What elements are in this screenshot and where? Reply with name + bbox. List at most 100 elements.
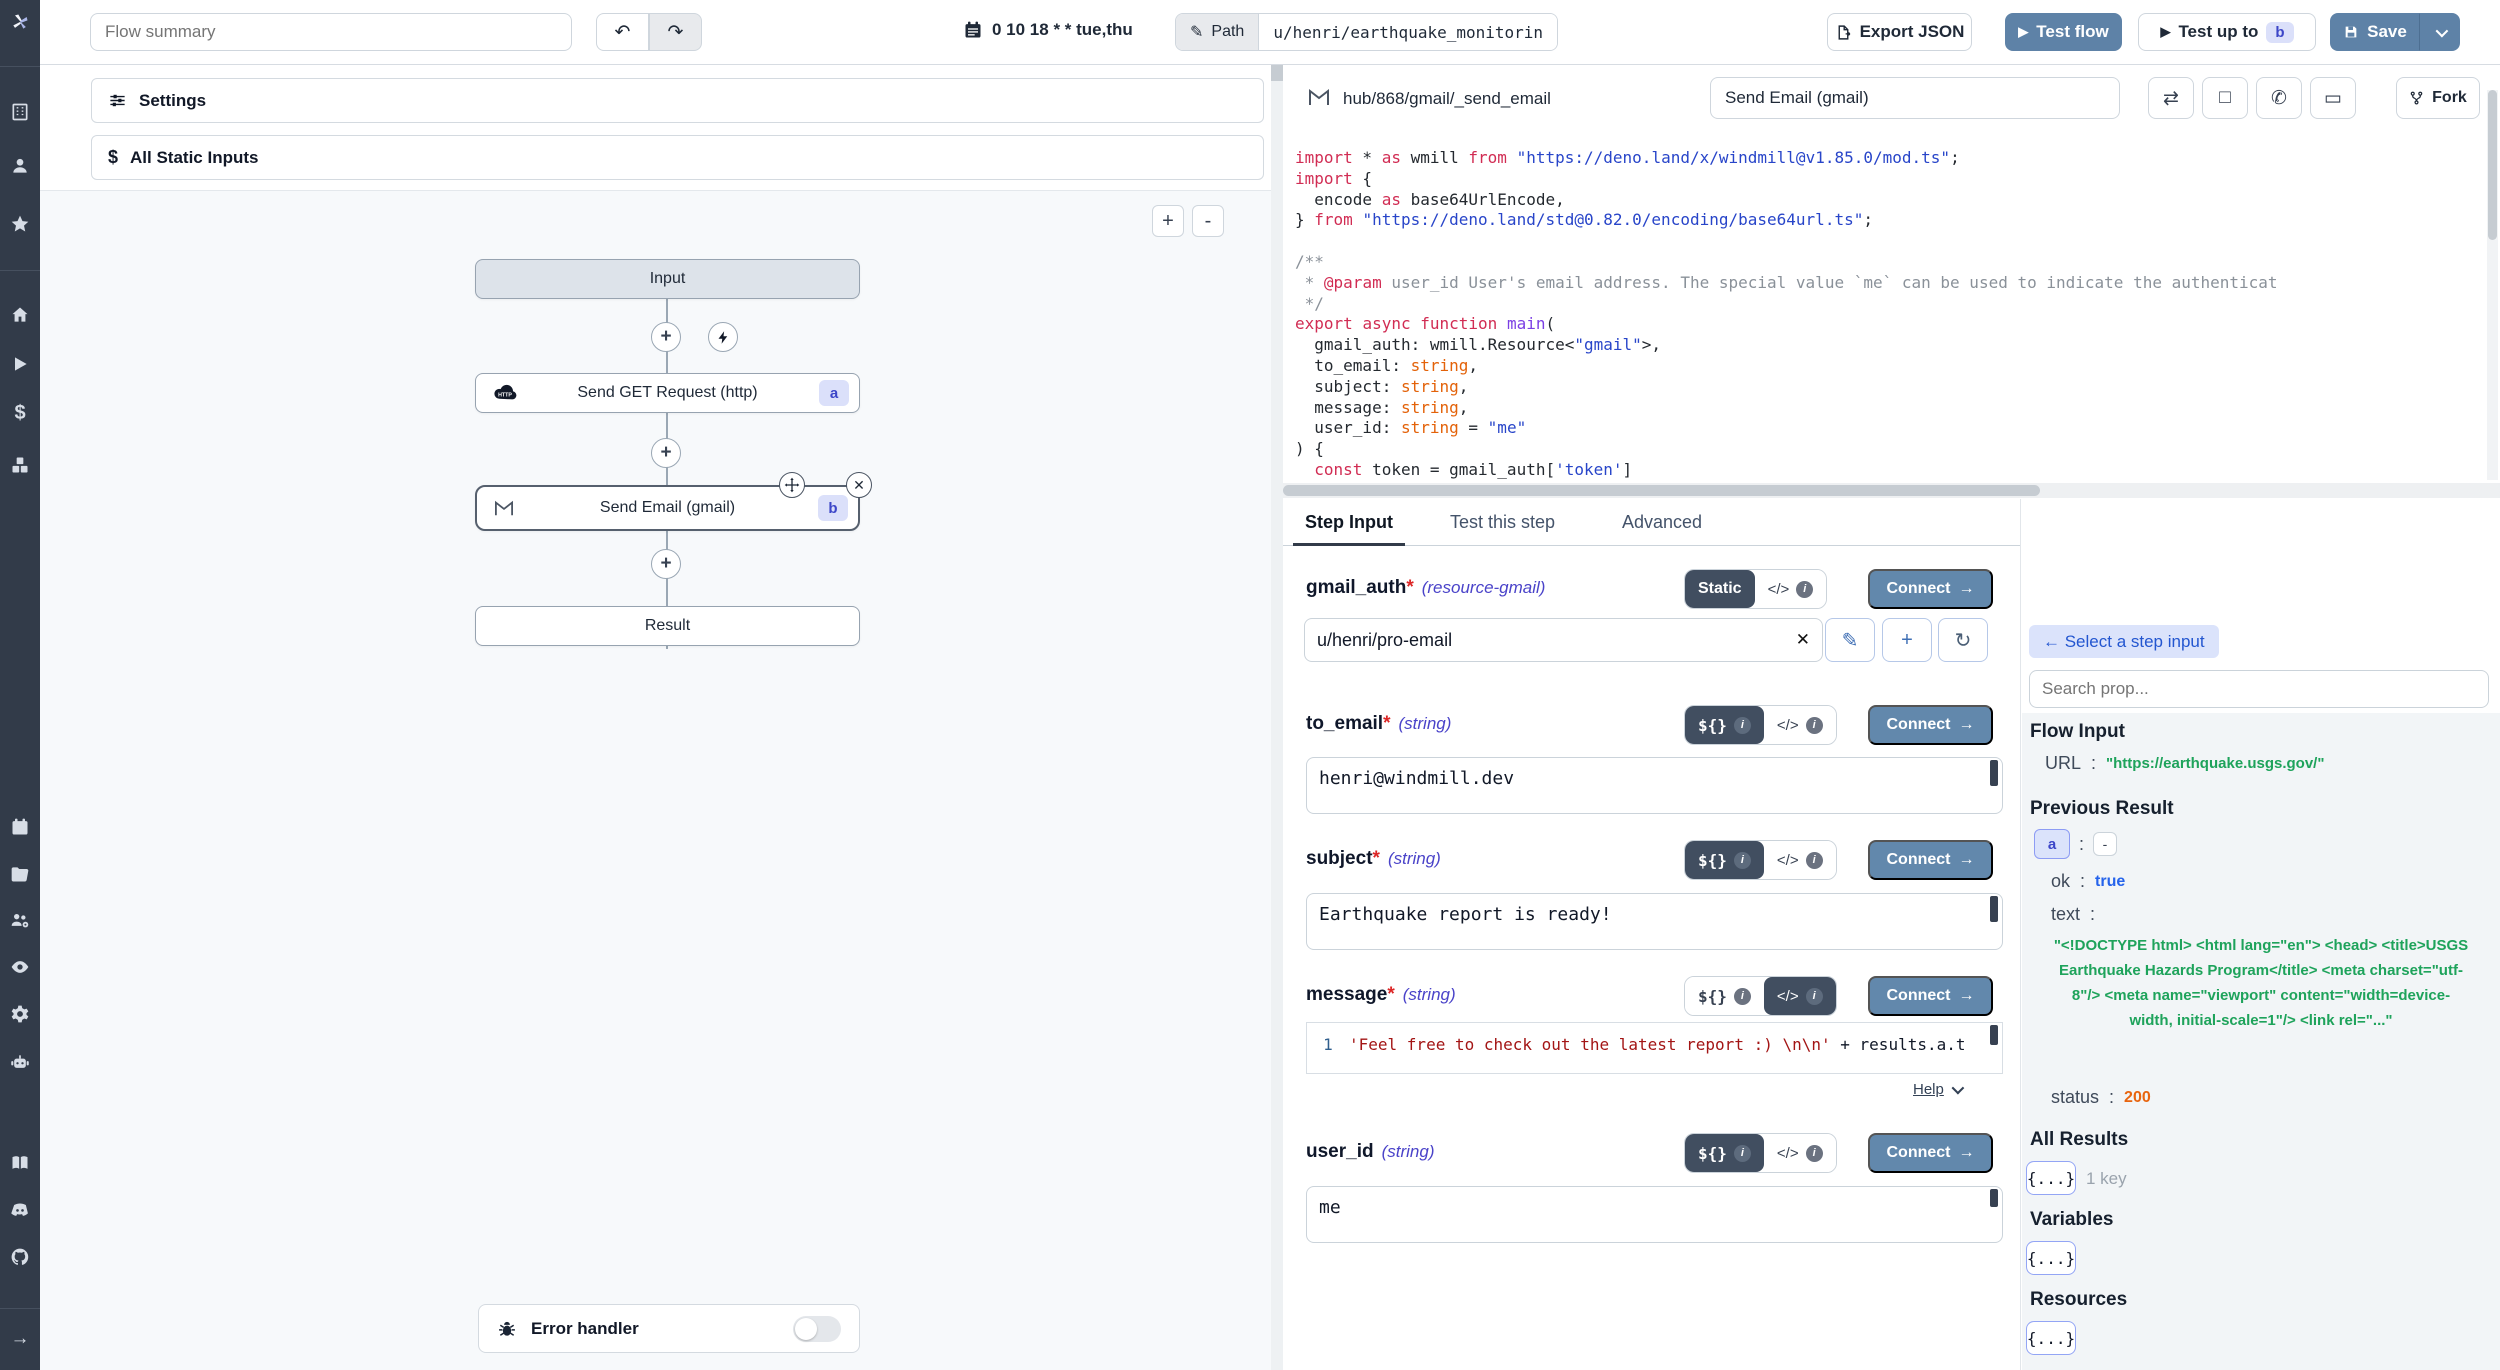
test-flow-button[interactable]: ▶ Test flow (2005, 13, 2122, 51)
mode-javascript[interactable]: </>i (1764, 977, 1836, 1015)
prop-text-row[interactable]: text : (2051, 904, 2095, 925)
workspace-icon[interactable] (9, 101, 31, 123)
code-editor[interactable]: import * as wmill from "https://deno.lan… (1295, 148, 2485, 483)
path-value[interactable]: u/henri/earthquake_monitorin (1259, 14, 1557, 50)
settings-gear-icon[interactable] (9, 1003, 31, 1025)
input-scrollbar-thumb[interactable] (1990, 1189, 1998, 1207)
mode-javascript[interactable]: </>i (1764, 1134, 1836, 1172)
flow-settings-button[interactable]: Settings (91, 78, 1264, 123)
refresh-resources-button[interactable]: ↻ (1938, 618, 1988, 662)
flow-summary-input[interactable] (90, 13, 572, 51)
connect-button-message[interactable]: Connect→ (1868, 976, 1993, 1016)
prop-ok-row[interactable]: ok : true (2051, 871, 2125, 892)
edit-path-button[interactable]: ✎ Path (1176, 14, 1259, 50)
resources-cubes-icon[interactable] (9, 454, 31, 476)
flow-canvas[interactable]: + - Input + HTTP Send GET Request (http)… (40, 190, 1271, 1370)
input-scrollbar-thumb[interactable] (1990, 760, 1998, 786)
mode-javascript[interactable]: </>i (1755, 570, 1827, 608)
step-a-badge[interactable]: a (2034, 829, 2070, 859)
export-json-button[interactable]: Export JSON (1827, 13, 1972, 51)
prop-text-value[interactable]: "<!DOCTYPE html> <html lang="en"> <head>… (2051, 933, 2471, 1033)
zoom-in-button[interactable]: + (1152, 205, 1184, 237)
diff-flag-button[interactable]: ▭ (2310, 77, 2356, 119)
folders-icon[interactable] (9, 863, 31, 885)
mode-javascript[interactable]: </>i (1764, 841, 1836, 879)
favorites-star-icon[interactable] (9, 213, 31, 235)
zoom-out-button[interactable]: - (1192, 205, 1224, 237)
resources-expand-button[interactable]: {...} (2026, 1321, 2076, 1355)
subject-input[interactable] (1306, 893, 2003, 950)
to-email-input[interactable] (1306, 757, 2003, 814)
connect-button-subject[interactable]: Connect→ (1868, 840, 1993, 880)
connect-button-to-email[interactable]: Connect→ (1868, 705, 1993, 745)
move-step-icon[interactable] (779, 472, 805, 498)
flow-node-result[interactable]: Result (475, 606, 860, 646)
add-step-button[interactable]: + (651, 438, 681, 468)
prev-result-step-row[interactable]: a : - (2034, 829, 2117, 859)
prop-status-row[interactable]: status : 200 (2051, 1087, 2151, 1108)
save-button[interactable]: Save (2330, 13, 2420, 51)
trigger-bolt-icon[interactable] (708, 322, 738, 352)
code-vertical-scrollbar[interactable] (2487, 90, 2498, 480)
mode-template[interactable]: ${}i (1685, 841, 1764, 879)
edit-resource-button[interactable]: ✎ (1825, 618, 1875, 662)
resource-picker-gmail-auth[interactable]: u/henri/pro-email ✕ (1304, 618, 1823, 662)
save-menu-button[interactable] (2420, 13, 2460, 51)
flow-node-get-request[interactable]: HTTP Send GET Request (http) a (475, 373, 860, 413)
connect-button-gmail-auth[interactable]: Connect→ (1868, 569, 1993, 609)
mode-static[interactable]: Static (1685, 570, 1755, 608)
tab-step-input[interactable]: Step Input (1293, 512, 1405, 546)
audit-eye-icon[interactable] (9, 956, 31, 978)
fork-button[interactable]: Fork (2396, 77, 2480, 119)
tab-advanced[interactable]: Advanced (1622, 512, 1702, 546)
docs-book-icon[interactable] (9, 1152, 31, 1174)
step-name-input[interactable] (1710, 77, 2120, 119)
variables-dollar-icon[interactable]: $ (9, 402, 31, 424)
user-icon[interactable] (9, 155, 31, 177)
mode-javascript[interactable]: </>i (1764, 706, 1836, 744)
mode-template[interactable]: ${}i (1685, 706, 1764, 744)
undo-button[interactable]: ↶ (596, 13, 649, 51)
schedule-summary[interactable]: 0 10 18 * * tue,thu (963, 20, 1133, 40)
mode-template[interactable]: ${}i (1685, 1134, 1764, 1172)
connect-button-user-id[interactable]: Connect→ (1868, 1133, 1993, 1173)
flow-node-input[interactable]: Input (475, 259, 860, 299)
all-results-expand-button[interactable]: {...} (2026, 1161, 2076, 1195)
error-handler-toggle[interactable] (793, 1316, 841, 1342)
all-static-inputs-button[interactable]: $ All Static Inputs (91, 135, 1264, 180)
message-expression-editor[interactable]: 1 'Feel free to check out the latest rep… (1306, 1022, 2003, 1074)
windmill-logo-icon[interactable] (9, 11, 31, 33)
search-prop-input[interactable] (2029, 670, 2489, 708)
groups-icon[interactable] (9, 909, 31, 931)
editor-scrollbar-thumb[interactable] (1990, 1025, 1998, 1045)
webhook-phone-button[interactable]: ✆ (2256, 77, 2302, 119)
redo-button[interactable]: ↷ (649, 13, 702, 51)
home-icon[interactable] (9, 304, 31, 326)
schedules-calendar-icon[interactable] (9, 816, 31, 838)
collapse-dash-badge[interactable]: - (2093, 832, 2117, 856)
variables-expand-button[interactable]: {...} (2026, 1241, 2076, 1275)
code-horizontal-scrollbar[interactable] (1283, 483, 2500, 498)
clear-x-icon[interactable]: ✕ (1796, 630, 1810, 650)
github-icon[interactable] (9, 1246, 31, 1268)
discord-icon[interactable] (9, 1199, 31, 1221)
add-resource-button[interactable]: + (1882, 618, 1932, 662)
sync-arrows-button[interactable]: ⇄ (2148, 77, 2194, 119)
hub-script-path[interactable]: hub/868/gmail/_send_email (1343, 89, 1551, 109)
tab-test-this-step[interactable]: Test this step (1450, 512, 1555, 546)
user-id-input[interactable] (1306, 1186, 2003, 1243)
mode-template[interactable]: ${}i (1685, 977, 1764, 1015)
flow-input-url-row[interactable]: URL : "https://earthquake.usgs.gov/" (2045, 753, 2324, 774)
panel-divider[interactable] (1271, 65, 1283, 1370)
expand-editor-button[interactable]: □ (2202, 77, 2248, 119)
delete-step-icon[interactable]: ✕ (846, 472, 872, 498)
add-step-button[interactable]: + (651, 322, 681, 352)
test-up-to-button[interactable]: ▶ Test up to b (2138, 13, 2316, 51)
help-link[interactable]: Help (1913, 1081, 1961, 1098)
runs-play-icon[interactable] (9, 353, 31, 375)
add-step-button[interactable]: + (651, 549, 681, 579)
collapse-arrow-icon[interactable]: → (9, 1328, 31, 1350)
select-step-input-button[interactable]: ← Select a step input (2029, 625, 2219, 658)
input-scrollbar-thumb[interactable] (1990, 896, 1998, 922)
workers-robot-icon[interactable] (9, 1051, 31, 1073)
